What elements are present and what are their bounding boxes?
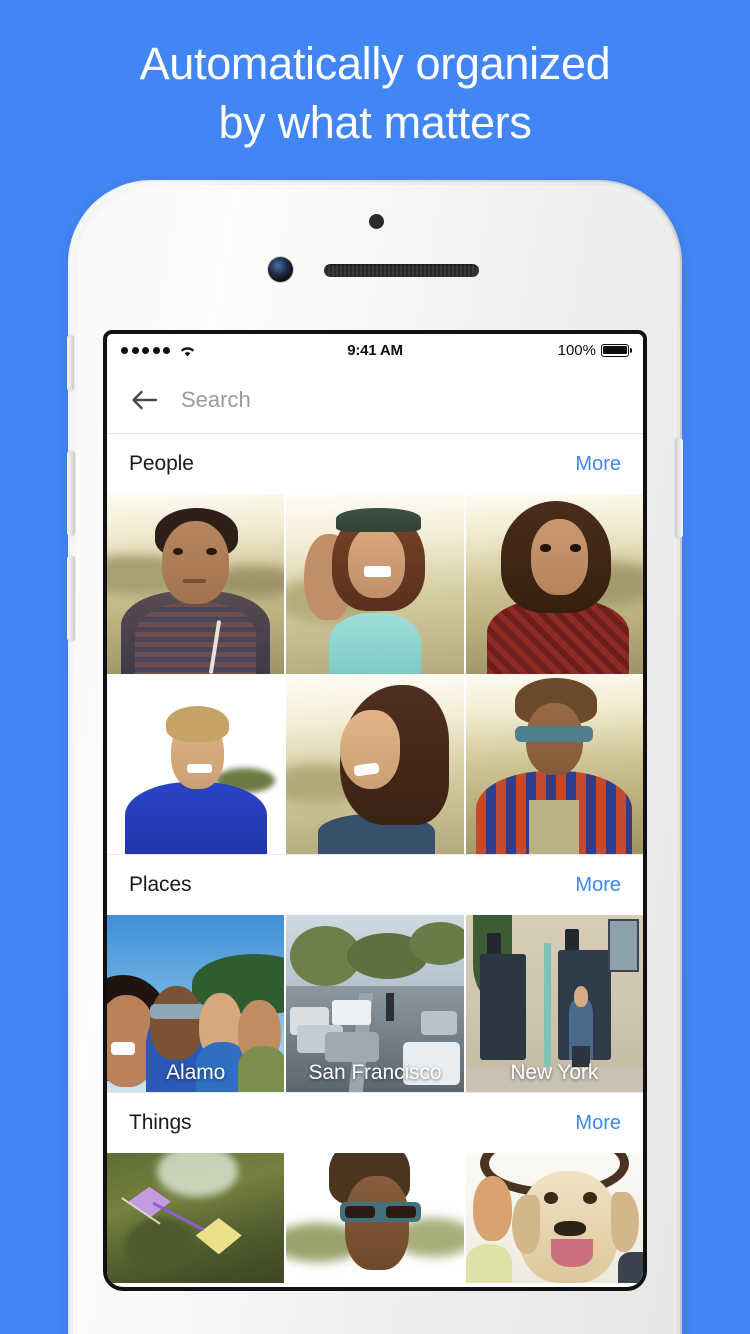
section-header-people: People More [107, 434, 643, 494]
status-bar-right: 100% [557, 341, 633, 359]
photo-grid-people-row1 [107, 494, 643, 674]
more-link-people[interactable]: More [575, 453, 621, 476]
photo-cell-person-5[interactable] [286, 674, 464, 854]
photo-cell-place-alamo[interactable]: Alamo [107, 915, 285, 1092]
phone-screen: 9:41 AM 100% Search People More Places M… [107, 334, 643, 1287]
proximity-sensor-icon [369, 214, 384, 229]
page-title: Automatically organized by what matters [0, 34, 750, 152]
photo-cell-person-2[interactable] [286, 494, 464, 674]
back-arrow-icon[interactable] [129, 387, 159, 413]
section-header-things: Things More [107, 1093, 643, 1153]
battery-percent-label: 100% [557, 341, 596, 359]
volume-down-button[interactable] [67, 556, 75, 641]
place-label-new-york: New York [510, 1061, 599, 1084]
section-title-things: Things [129, 1111, 192, 1134]
silent-switch-button[interactable] [67, 335, 74, 391]
photo-cell-place-san-francisco[interactable]: San Francisco [286, 915, 464, 1092]
search-bar[interactable]: Search [107, 366, 643, 434]
headline-line-2: by what matters [218, 97, 532, 148]
headline-line-1: Automatically organized [139, 38, 611, 89]
photo-cell-person-4[interactable] [107, 674, 284, 854]
section-header-places: Places More [107, 855, 643, 915]
section-title-places: Places [129, 873, 192, 896]
photo-grid-places: Alamo San Francisco New York [107, 915, 643, 1092]
phone-mockup: 9:41 AM 100% Search People More Places M… [67, 180, 683, 1334]
place-label-alamo: Alamo [166, 1061, 226, 1084]
power-button[interactable] [675, 438, 683, 538]
photo-cell-thing-person[interactable] [286, 1153, 464, 1283]
battery-full-icon [601, 343, 633, 357]
photo-cell-place-new-york[interactable]: New York [465, 915, 643, 1092]
photo-cell-person-6[interactable] [465, 674, 643, 854]
photo-cell-person-3[interactable] [465, 494, 643, 674]
photo-cell-thing-dog[interactable] [465, 1153, 643, 1283]
more-link-places[interactable]: More [575, 874, 621, 897]
volume-up-button[interactable] [67, 451, 75, 536]
status-bar: 9:41 AM 100% [107, 334, 643, 366]
photo-grid-things [107, 1153, 643, 1283]
more-link-things[interactable]: More [575, 1112, 621, 1135]
section-title-people: People [129, 452, 194, 475]
photo-cell-person-1[interactable] [107, 494, 285, 674]
search-input[interactable]: Search [181, 387, 251, 413]
photo-grid-people-row2 [107, 674, 643, 854]
earpiece-speaker-icon [324, 264, 479, 277]
place-label-san-francisco: San Francisco [308, 1061, 442, 1084]
photo-cell-thing-kites[interactable] [107, 1153, 285, 1283]
front-camera-icon [268, 257, 293, 282]
